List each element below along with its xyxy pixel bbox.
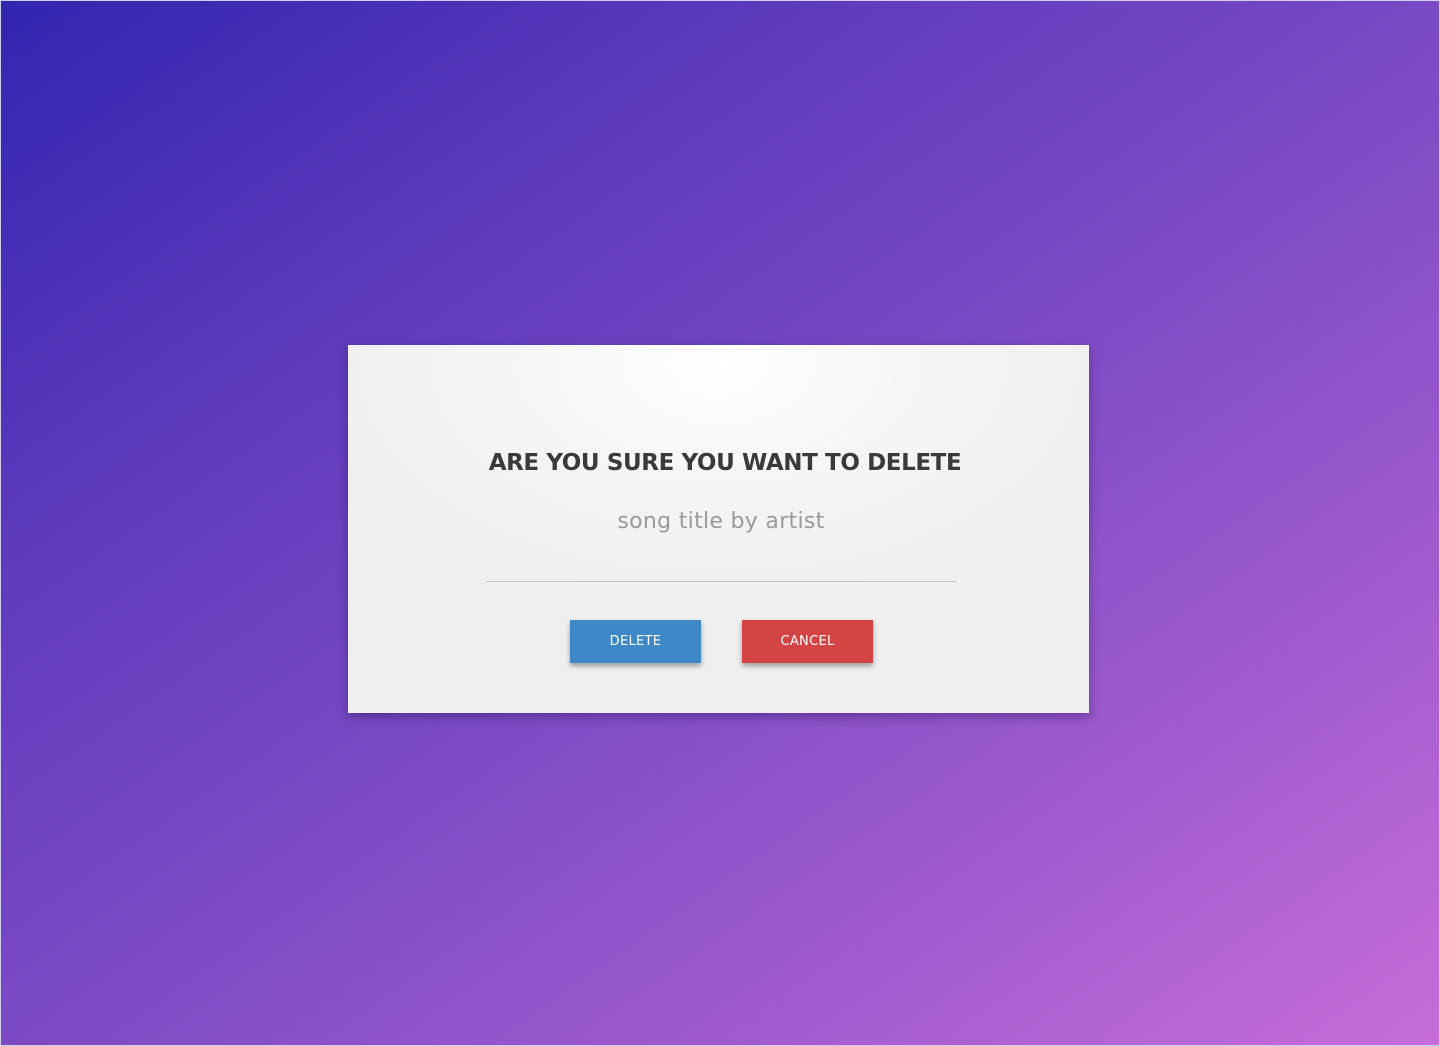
dialog-divider [486, 581, 957, 582]
delete-button[interactable]: DELETE [570, 620, 701, 663]
dialog-title: ARE YOU SURE YOU WANT TO DELETE [488, 450, 962, 476]
delete-confirmation-dialog: ARE YOU SURE YOU WANT TO DELETE song tit… [348, 345, 1089, 713]
gradient-background: ARE YOU SURE YOU WANT TO DELETE song tit… [0, 0, 1440, 1046]
cancel-button[interactable]: CANCEL [742, 620, 873, 663]
dialog-subtitle: song title by artist [617, 509, 825, 534]
